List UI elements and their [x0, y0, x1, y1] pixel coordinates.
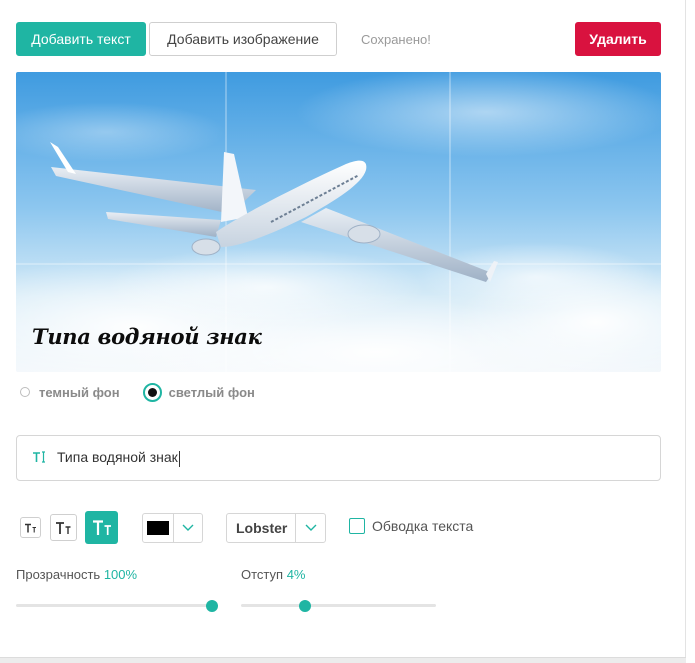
add-image-button[interactable]: Добавить изображение: [149, 22, 337, 56]
text-size-medium-button[interactable]: [50, 514, 77, 541]
opacity-slider-handle[interactable]: [206, 600, 218, 612]
font-select-value: Lobster: [236, 520, 288, 536]
opacity-slider-track[interactable]: [16, 604, 213, 607]
offset-value: 4%: [286, 567, 306, 582]
text-size-medium-icon: [56, 521, 71, 534]
save-status: Сохранено!: [361, 32, 431, 47]
text-size-large-button[interactable]: [85, 511, 118, 544]
chevron-down-icon: [305, 524, 317, 531]
text-outline-label[interactable]: Обводка текста: [372, 518, 473, 534]
add-text-button[interactable]: Добавить текст: [16, 22, 146, 56]
select-divider: [173, 514, 174, 542]
offset-label: Отступ 4%: [241, 567, 306, 582]
select-divider: [295, 514, 296, 542]
opacity-label: Прозрачность 100%: [16, 567, 138, 582]
offset-slider-handle[interactable]: [299, 600, 311, 612]
font-select[interactable]: Lobster: [226, 513, 326, 543]
watermark-text[interactable]: Типа водяной знак: [32, 324, 262, 349]
radio-dark-indicator[interactable]: [20, 387, 30, 397]
text-size-small-icon: [25, 523, 36, 532]
delete-button[interactable]: Удалить: [575, 22, 661, 56]
text-size-small-button[interactable]: [20, 517, 41, 538]
panel-right-border: [685, 0, 686, 663]
watermark-text-value[interactable]: Типа водяной знак: [57, 449, 180, 467]
radio-dark-background[interactable]: темный фон: [20, 385, 143, 400]
color-swatch: [147, 521, 169, 535]
text-cursor-icon: [32, 450, 46, 467]
text-caret: [178, 450, 180, 467]
radio-light-background[interactable]: светлый фон: [142, 382, 278, 402]
image-canvas[interactable]: Типа водяной знак: [16, 72, 661, 372]
checkbox-box[interactable]: [349, 518, 365, 534]
panel-bottom-border: [0, 657, 686, 663]
watermark-text-field[interactable]: Типа водяной знак: [16, 435, 661, 481]
text-color-select[interactable]: [142, 513, 203, 543]
text-size-large-icon: [92, 520, 111, 535]
chevron-down-icon: [182, 524, 194, 531]
background-mode-group: темный фон светлый фон: [20, 382, 278, 402]
radio-dark-label[interactable]: темный фон: [39, 385, 120, 400]
radio-light-indicator[interactable]: [142, 382, 162, 402]
offset-slider-track[interactable]: [241, 604, 436, 607]
radio-light-label[interactable]: светлый фон: [169, 385, 255, 400]
text-outline-checkbox[interactable]: Обводка текста: [349, 518, 473, 534]
opacity-value: 100%: [103, 567, 138, 582]
